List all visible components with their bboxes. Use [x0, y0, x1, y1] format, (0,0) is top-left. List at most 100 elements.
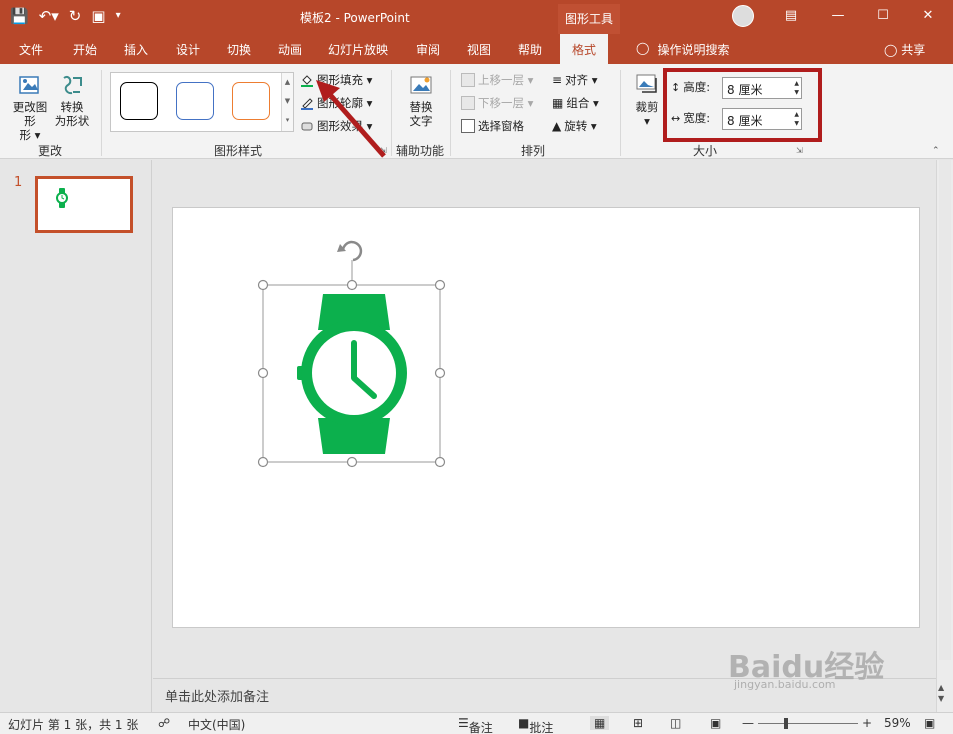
tab-view[interactable]: 视图: [467, 41, 491, 58]
crop-label: 裁剪: [635, 100, 659, 114]
rotate-label: 旋转 ▾: [564, 119, 597, 133]
zoom-in-icon[interactable]: +: [862, 716, 872, 730]
close-icon[interactable]: ✕: [918, 8, 938, 23]
rotate-icon: ▲: [552, 119, 562, 133]
convert-label-2: 为形状: [54, 114, 90, 128]
group-button[interactable]: ▦ 组合 ▾: [552, 95, 599, 111]
minimize-icon[interactable]: —: [828, 8, 848, 23]
tab-animations[interactable]: 动画: [278, 41, 302, 58]
normal-view-icon[interactable]: ▦: [590, 716, 610, 730]
zoom-out-icon[interactable]: —: [742, 716, 754, 730]
vertical-scrollbar[interactable]: ▲ ▼: [936, 160, 953, 712]
tab-home[interactable]: 开始: [73, 41, 97, 58]
quick-access-toolbar: 💾 ↶▾ ↻ ▣ ▾: [10, 7, 121, 25]
tell-me-search[interactable]: ◯ 操作说明搜索: [636, 41, 729, 58]
crop-button[interactable]: 裁剪 ▾: [630, 72, 664, 128]
tab-format[interactable]: 格式: [560, 34, 609, 64]
selection-pane-icon: [461, 119, 475, 133]
notes-placeholder: 单击此处添加备注: [165, 690, 270, 705]
crop-icon: [636, 74, 657, 93]
ribbon-display-icon[interactable]: ▤: [781, 8, 801, 23]
convert-shape-icon: [63, 75, 82, 95]
account-avatar[interactable]: [732, 5, 754, 27]
alt-text-icon: [410, 76, 432, 94]
status-bar: 幻灯片 第 1 张，共 1 张 ☍ 中文(中国) ☰ 备注 ■ 批注 ▦ ⊞ ◫…: [0, 712, 953, 734]
slideshow-view-icon[interactable]: ▣: [710, 716, 721, 730]
size-highlight-box: [663, 68, 822, 142]
maximize-icon[interactable]: ☐: [873, 8, 893, 23]
customize-qat-icon[interactable]: ▾: [116, 7, 121, 25]
crop-dropdown-icon: ▾: [644, 114, 650, 128]
slide-canvas[interactable]: [172, 207, 920, 628]
present-icon[interactable]: ▣: [91, 7, 105, 25]
redo-icon[interactable]: ↻: [69, 7, 82, 25]
tab-design[interactable]: 设计: [176, 41, 200, 58]
group-label: 组合 ▾: [566, 96, 599, 110]
group-label-change: 更改: [38, 144, 63, 158]
send-backward-button[interactable]: 下移一层 ▾: [461, 95, 533, 111]
gallery-scroll[interactable]: ▲ ▼ ▾: [281, 73, 293, 131]
slide-thumbnail[interactable]: [35, 176, 133, 233]
group-divider: [450, 70, 451, 156]
change-shape-button[interactable]: 更改图形 形 ▾: [8, 72, 52, 142]
group-label-accessibility: 辅助功能: [396, 144, 445, 158]
tab-review[interactable]: 审阅: [416, 41, 440, 58]
group-label-arrange: 排列: [521, 144, 546, 158]
ribbon-tabs: 文件 开始 插入 设计 切换 动画 幻灯片放映 审阅 视图 帮助 格式 ◯ 操作…: [0, 34, 953, 64]
bring-forward-icon: [461, 73, 475, 87]
group-icon: ▦: [552, 96, 564, 110]
person-icon: ◯: [884, 43, 898, 57]
bring-forward-label: 上移一层 ▾: [478, 73, 534, 87]
share-button[interactable]: ◯ 共享: [884, 41, 925, 58]
language-status[interactable]: 中文(中国): [188, 716, 245, 733]
lightbulb-icon: ◯: [636, 41, 650, 55]
change-shape-icon: [19, 76, 39, 94]
rotate-button[interactable]: ▲ 旋转 ▾: [552, 118, 597, 134]
watch-thumbnail-icon: [56, 188, 68, 208]
scroll-page-icon[interactable]: ▲ ▼: [938, 682, 944, 704]
convert-to-shape-button[interactable]: 转换 为形状: [52, 72, 92, 128]
spellcheck-icon[interactable]: ☍: [158, 716, 170, 730]
change-shape-label: 更改图形: [12, 100, 48, 128]
title-bar: 💾 ↶▾ ↻ ▣ ▾ 模板2 - PowerPoint 图形工具 ▤ — ☐ ✕: [0, 0, 953, 34]
style-swatch-orange[interactable]: [232, 82, 270, 120]
alt-text-label-2: 文字: [409, 114, 433, 128]
tab-transitions[interactable]: 切换: [227, 41, 251, 58]
bring-forward-button[interactable]: 上移一层 ▾: [461, 72, 533, 88]
align-button[interactable]: ≡ 对齐 ▾: [552, 72, 598, 88]
comments-toggle-button[interactable]: ■ 批注: [518, 716, 553, 734]
selected-shape[interactable]: [257, 238, 447, 470]
tab-file[interactable]: 文件: [19, 41, 43, 58]
selection-pane-button[interactable]: 选择窗格: [461, 118, 524, 134]
size-dialog-launcher-icon[interactable]: ⇲: [796, 146, 803, 155]
save-icon[interactable]: 💾: [10, 7, 29, 25]
group-label-size: 大小: [693, 144, 718, 158]
comments-toggle-label: 批注: [529, 721, 554, 734]
alt-text-button[interactable]: 替换 文字: [402, 72, 440, 128]
watch-icon: [297, 294, 407, 454]
tab-slideshow[interactable]: 幻灯片放映: [328, 41, 388, 58]
reading-view-icon[interactable]: ◫: [670, 716, 681, 730]
share-label: 共享: [901, 43, 926, 57]
convert-label: 转换: [60, 100, 84, 114]
shape-style-gallery[interactable]: ▲ ▼ ▾: [110, 72, 294, 132]
slide-sorter-icon[interactable]: ⊞: [633, 716, 643, 730]
tab-insert[interactable]: 插入: [124, 41, 148, 58]
zoom-slider-track[interactable]: [758, 723, 858, 724]
slide-number: 1: [14, 175, 23, 190]
zoom-level[interactable]: 59%: [884, 716, 911, 730]
style-swatch-blue[interactable]: [176, 82, 214, 120]
align-icon: ≡: [552, 73, 563, 87]
contextual-tool-label: 图形工具: [558, 4, 620, 34]
scroll-track[interactable]: [939, 160, 951, 660]
style-swatch-black[interactable]: [120, 82, 158, 120]
notes-toggle-label: 备注: [468, 721, 493, 734]
fit-to-window-icon[interactable]: ▣: [924, 716, 935, 730]
group-divider: [101, 70, 102, 156]
notes-toggle-button[interactable]: ☰ 备注: [458, 716, 493, 734]
group-label-styles: 图形样式: [214, 144, 263, 158]
zoom-slider-thumb[interactable]: [784, 718, 788, 729]
undo-icon[interactable]: ↶▾: [39, 7, 59, 25]
collapse-ribbon-icon[interactable]: ⌃: [932, 146, 940, 156]
tab-help[interactable]: 帮助: [518, 41, 542, 58]
